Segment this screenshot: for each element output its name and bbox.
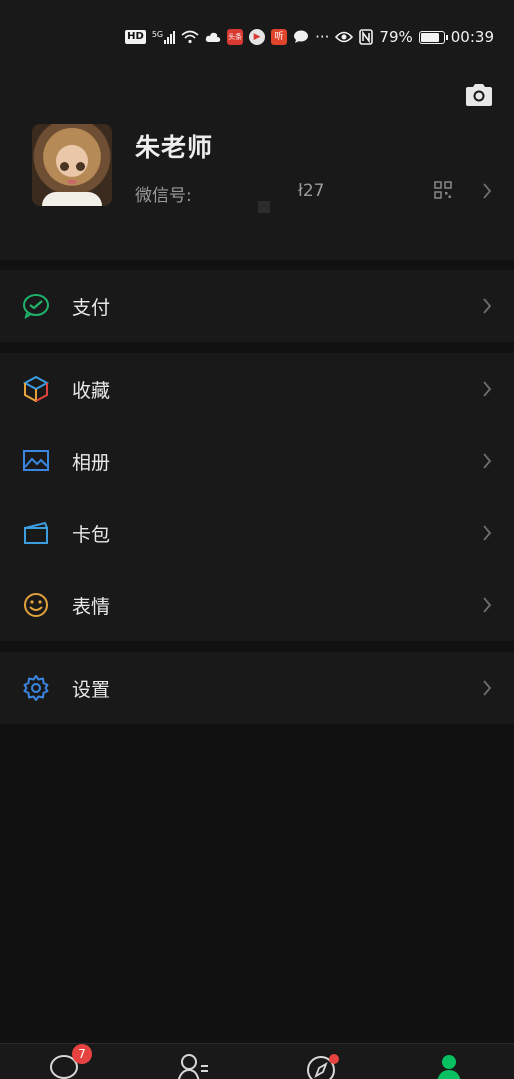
chevron-right-icon <box>483 597 492 613</box>
hd-indicator: HD <box>125 30 146 44</box>
pay-group: 支付 <box>0 270 514 342</box>
redaction-mark <box>258 201 270 213</box>
settings-group: 设置 <box>0 652 514 724</box>
menu-item-album[interactable]: 相册 <box>0 425 514 497</box>
chevron-right-icon[interactable] <box>482 182 492 200</box>
network-type: 5G <box>151 29 164 39</box>
cloud-icon <box>205 32 221 42</box>
chevron-right-icon <box>483 680 492 696</box>
menu-item-label: 设置 <box>72 679 111 701</box>
listen-app-icon: 听 <box>271 29 288 45</box>
chats-tab[interactable]: 7 <box>48 1044 92 1079</box>
gear-icon <box>23 675 49 701</box>
chevron-right-icon <box>483 453 492 469</box>
avatar[interactable] <box>32 124 112 206</box>
menu-item-label: 表情 <box>72 596 111 618</box>
cube-icon <box>22 376 50 402</box>
wechat-id-value: ł27 <box>298 181 325 201</box>
status-icons: HD 5G 头条 ▶ 听 ··· 79% 00:39 <box>125 28 494 46</box>
battery-icon <box>418 30 448 44</box>
chevron-right-icon <box>483 298 492 314</box>
eye-icon <box>335 31 354 43</box>
chevron-right-icon <box>483 525 492 541</box>
notification-dot <box>329 1054 339 1064</box>
qr-code-icon[interactable] <box>434 181 452 199</box>
image-icon <box>23 450 49 471</box>
menu-item-label: 卡包 <box>72 524 111 546</box>
menu-item-label: 支付 <box>72 297 111 319</box>
menu-item-label: 相册 <box>72 452 111 474</box>
wifi-icon <box>181 30 199 44</box>
contacts-tab[interactable] <box>175 1052 209 1079</box>
menu-item-settings[interactable]: 设置 <box>0 652 514 724</box>
battery-percent: 79% <box>379 28 413 46</box>
video-app-icon: ▶ <box>249 29 266 45</box>
chevron-right-icon <box>483 381 492 397</box>
wallet-icon <box>24 521 48 544</box>
bottom-tab-bar: 7 <box>0 1043 514 1079</box>
more-notifications-icon: ··· <box>315 28 330 46</box>
discover-tab[interactable] <box>305 1052 339 1079</box>
profile-header[interactable]: 朱老师 微信号: ł27 <box>0 64 514 260</box>
status-bar: HD 5G 头条 ▶ 听 ··· 79% 00:39 <box>0 0 514 64</box>
contacts-icon <box>177 1054 208 1079</box>
toutiao-app-icon: 头条 <box>227 29 244 45</box>
smiley-icon <box>24 593 48 617</box>
message-bubble-icon <box>294 30 309 43</box>
me-tab[interactable] <box>432 1052 466 1079</box>
unread-badge: 7 <box>72 1044 92 1064</box>
features-group: 收藏 相册 卡包 表情 <box>0 353 514 641</box>
signal-icon: 5G <box>151 29 176 44</box>
nfc-icon <box>359 29 374 45</box>
person-icon <box>437 1055 461 1079</box>
menu-item-favorites[interactable]: 收藏 <box>0 353 514 425</box>
wechat-pay-icon <box>23 294 49 319</box>
menu-item-label: 收藏 <box>72 380 111 402</box>
menu-item-cards[interactable]: 卡包 <box>0 497 514 569</box>
wechat-id-label: 微信号: <box>135 186 192 206</box>
profile-name: 朱老师 <box>135 133 214 162</box>
camera-icon[interactable] <box>464 82 494 108</box>
menu-item-pay[interactable]: 支付 <box>0 270 514 342</box>
clock: 00:39 <box>450 28 494 46</box>
menu-item-stickers[interactable]: 表情 <box>0 569 514 641</box>
